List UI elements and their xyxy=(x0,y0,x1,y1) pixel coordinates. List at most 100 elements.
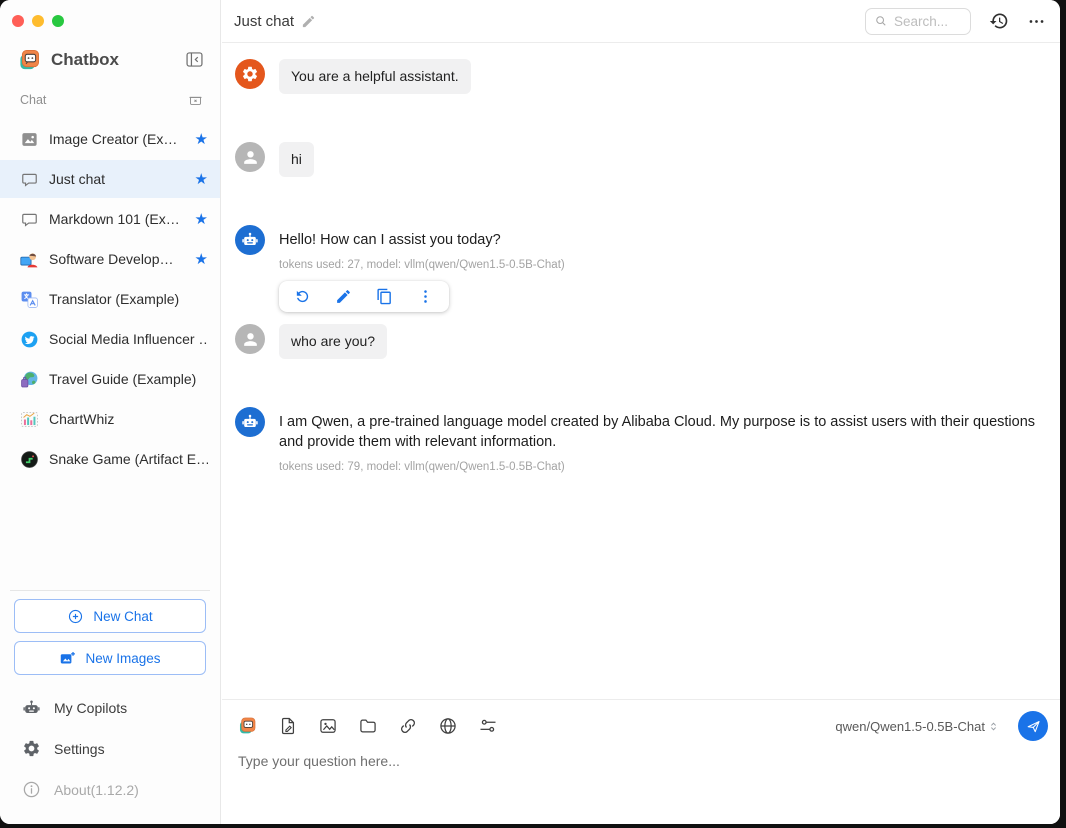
message-system: You are a helpful assistant. xyxy=(235,59,1046,94)
chat-item-label: Translator (Example) xyxy=(49,291,208,307)
system-avatar[interactable] xyxy=(235,59,265,89)
sidebar-item-markdown-101[interactable]: Markdown 101 (Ex… xyxy=(0,200,220,238)
star-icon[interactable] xyxy=(190,170,208,188)
chatbox-logo-icon xyxy=(18,48,41,71)
image-plus-icon xyxy=(59,650,76,667)
chat-item-label: Software Develop… xyxy=(49,251,190,267)
sidebar-item-settings[interactable]: Settings xyxy=(0,728,220,769)
chatbox-mini-logo-icon[interactable] xyxy=(238,716,258,736)
assistant-message-text[interactable]: Hello! How can I assist you today? xyxy=(279,230,565,250)
sidebar-item-about[interactable]: About(1.12.2) xyxy=(0,769,220,810)
copy-icon[interactable] xyxy=(376,288,393,305)
send-icon xyxy=(1025,718,1042,735)
assistant-message-text[interactable]: I am Qwen, a pre-trained language model … xyxy=(279,412,1046,452)
sidebar-item-translator[interactable]: Translator (Example) xyxy=(0,280,220,318)
attach-file-icon[interactable] xyxy=(278,716,298,736)
about-label: About(1.12.2) xyxy=(54,782,139,798)
assistant-avatar[interactable] xyxy=(235,407,265,437)
sidebar-item-just-chat[interactable]: Just chat xyxy=(0,160,220,198)
sidebar-item-snake-game[interactable]: Snake Game (Artifact E… xyxy=(0,440,220,478)
assistant-avatar[interactable] xyxy=(235,225,265,255)
chat-item-label: ChartWhiz xyxy=(49,411,208,427)
sidebar-item-image-creator[interactable]: Image Creator (Ex… xyxy=(0,120,220,158)
composer-toolbar xyxy=(238,716,498,736)
clear-conversations-icon[interactable] xyxy=(187,91,204,108)
user-avatar[interactable] xyxy=(235,142,265,172)
sidebar-item-social-media-influencer[interactable]: Social Media Influencer … xyxy=(0,320,220,358)
chat-settings-icon[interactable] xyxy=(478,716,498,736)
search-icon xyxy=(874,14,888,28)
chat-section-label: Chat xyxy=(20,93,187,107)
chat-bubble-icon xyxy=(20,210,39,229)
new-chat-label: New Chat xyxy=(93,609,152,624)
system-message-bubble[interactable]: You are a helpful assistant. xyxy=(279,59,471,94)
message-user: hi xyxy=(235,142,1046,177)
send-button[interactable] xyxy=(1018,711,1048,741)
translator-icon xyxy=(20,290,39,309)
message-assistant: I am Qwen, a pre-trained language model … xyxy=(235,407,1046,473)
app-title: Chatbox xyxy=(51,50,184,70)
message-assistant: Hello! How can I assist you today? token… xyxy=(235,225,1046,312)
info-icon xyxy=(22,780,41,799)
star-icon[interactable] xyxy=(190,130,208,148)
new-images-label: New Images xyxy=(85,651,160,666)
attach-folder-icon[interactable] xyxy=(358,716,378,736)
settings-label: Settings xyxy=(54,741,105,757)
new-images-button[interactable]: New Images xyxy=(14,641,206,675)
app-header: Chatbox xyxy=(0,36,220,71)
token-usage-label: tokens used: 79, model: vllm(qwen/Qwen1.… xyxy=(279,461,1046,473)
snake-game-icon xyxy=(20,450,39,469)
sidebar-spacer xyxy=(0,480,220,590)
sidebar-item-travel-guide[interactable]: Travel Guide (Example) xyxy=(0,360,220,398)
edit-title-icon[interactable] xyxy=(301,14,316,29)
twitter-icon xyxy=(20,330,39,349)
plus-circle-icon xyxy=(67,608,84,625)
more-vert-icon[interactable] xyxy=(417,288,434,305)
minimize-window-button[interactable] xyxy=(32,15,44,27)
close-window-button[interactable] xyxy=(12,15,24,27)
attach-image-icon[interactable] xyxy=(318,716,338,736)
technologist-icon xyxy=(20,250,39,269)
user-message-bubble[interactable]: hi xyxy=(279,142,314,177)
chat-item-label: Travel Guide (Example) xyxy=(49,371,208,387)
app-window: Chatbox Chat xyxy=(0,0,1060,824)
user-avatar[interactable] xyxy=(235,324,265,354)
search-box[interactable] xyxy=(865,8,971,35)
chat-item-label: Just chat xyxy=(49,171,190,187)
assistant-message: Hello! How can I assist you today? token… xyxy=(279,225,565,312)
sidebar-item-chartwhiz[interactable]: ChartWhiz xyxy=(0,400,220,438)
my-copilots-label: My Copilots xyxy=(54,700,127,716)
chat-item-label: Markdown 101 (Ex… xyxy=(49,211,190,227)
conversation-title: Just chat xyxy=(234,13,294,30)
regenerate-icon[interactable] xyxy=(294,288,311,305)
conversation-header: Just chat xyxy=(222,0,1060,43)
chat-section-header: Chat xyxy=(0,71,220,114)
chat-item-label: Social Media Influencer … xyxy=(49,331,208,347)
sidebar-item-my-copilots[interactable]: My Copilots xyxy=(0,687,220,728)
chat-item-label: Image Creator (Ex… xyxy=(49,131,190,147)
composer: qwen/Qwen1.5-0.5B-Chat xyxy=(222,699,1060,824)
new-chat-button[interactable]: New Chat xyxy=(14,599,206,633)
history-icon[interactable] xyxy=(989,11,1009,31)
edit-message-icon[interactable] xyxy=(335,288,352,305)
attach-link-icon[interactable] xyxy=(398,716,418,736)
star-icon[interactable] xyxy=(190,210,208,228)
chat-item-label: Snake Game (Artifact E… xyxy=(49,451,208,467)
message-input[interactable] xyxy=(238,753,1018,769)
model-selector[interactable]: qwen/Qwen1.5-0.5B-Chat xyxy=(835,719,1000,734)
chevron-updown-icon xyxy=(987,720,1000,733)
sidebar-item-software-developer[interactable]: Software Develop… xyxy=(0,240,220,278)
search-input[interactable] xyxy=(894,14,964,29)
collapse-sidebar-icon[interactable] xyxy=(184,49,206,71)
travel-globe-icon xyxy=(20,370,39,389)
sidebar-footer-nav: My Copilots Settings Abo xyxy=(0,687,220,824)
sidebar: Chatbox Chat xyxy=(0,0,221,824)
more-options-icon[interactable] xyxy=(1027,12,1046,31)
assistant-message: I am Qwen, a pre-trained language model … xyxy=(279,407,1046,473)
user-message-bubble[interactable]: who are you? xyxy=(279,324,387,359)
message-list[interactable]: You are a helpful assistant. hi xyxy=(222,44,1060,699)
star-icon[interactable] xyxy=(190,250,208,268)
zoom-window-button[interactable] xyxy=(52,15,64,27)
robot-icon xyxy=(22,698,41,717)
web-browsing-icon[interactable] xyxy=(438,716,458,736)
